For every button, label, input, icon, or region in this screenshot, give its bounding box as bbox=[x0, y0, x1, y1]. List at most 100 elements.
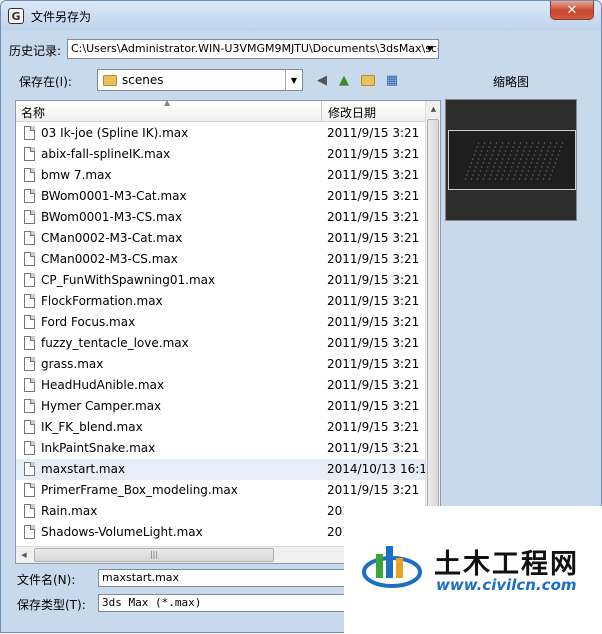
file-name: abix-fall-splineIK.max bbox=[41, 147, 171, 161]
scroll-up-icon[interactable]: ▲ bbox=[426, 101, 441, 117]
file-row[interactable]: Hymer Camper.max 2011/9/15 3:21 bbox=[16, 396, 426, 417]
dialog-title: 文件另存为 bbox=[31, 10, 92, 24]
file-icon bbox=[24, 483, 35, 497]
file-row[interactable]: fuzzy_tentacle_love.max 2011/9/15 3:21 bbox=[16, 333, 426, 354]
thumbnail-preview bbox=[445, 99, 577, 221]
chevron-down-icon[interactable]: ▼ bbox=[285, 70, 302, 90]
file-row[interactable]: maxstart.max 2014/10/13 16:14 bbox=[16, 459, 426, 480]
file-date: 2014/10/13 16:14 bbox=[327, 462, 426, 476]
file-icon bbox=[24, 231, 35, 245]
file-date: 2011/9/15 3:21 bbox=[327, 210, 420, 224]
file-date: 2011/9/15 3:21 bbox=[327, 147, 420, 161]
filetype-select[interactable]: 3ds Max (*.max) bbox=[98, 594, 348, 612]
file-name: CMan0002-M3-CS.max bbox=[41, 252, 178, 266]
file-date: 2011/9/15 3:21 bbox=[327, 357, 420, 371]
vertical-scrollbar[interactable]: ▲ ▼ bbox=[425, 101, 440, 547]
horizontal-scroll-thumb[interactable]: ||| bbox=[34, 548, 274, 562]
file-row[interactable]: CMan0002-M3-CS.max 2011/9/15 3:21 bbox=[16, 249, 426, 270]
file-date: 2011/9/15 3:21 bbox=[327, 231, 420, 245]
file-date: 2011/9/15 3:21 bbox=[327, 336, 420, 350]
file-icon bbox=[24, 294, 35, 308]
civilcn-logo-icon bbox=[362, 546, 422, 588]
file-icon bbox=[24, 126, 35, 140]
file-row[interactable]: IK_FK_blend.max 2011/9/15 3:21 bbox=[16, 417, 426, 438]
up-folder-icon[interactable]: ▲ bbox=[335, 71, 353, 89]
file-date: 2011/9/15 3:21 bbox=[327, 441, 420, 455]
file-name: Hymer Camper.max bbox=[41, 399, 162, 413]
file-row[interactable]: PrimerFrame_Box_modeling.max 2011/9/15 3:… bbox=[16, 480, 426, 501]
file-row[interactable]: Ford Focus.max 2011/9/15 3:21 bbox=[16, 312, 426, 333]
close-button[interactable]: ✕ bbox=[550, 1, 594, 20]
savein-folder: scenes bbox=[122, 73, 164, 87]
file-row[interactable]: grass.max 2011/9/15 3:21 bbox=[16, 354, 426, 375]
list-header: ▲ 名称 修改日期 bbox=[16, 98, 426, 122]
vertical-scroll-thumb[interactable] bbox=[427, 119, 439, 541]
sort-up-icon: ▲ bbox=[164, 98, 171, 107]
file-name: Rain.max bbox=[41, 504, 98, 518]
file-name: maxstart.max bbox=[41, 462, 126, 476]
file-icon bbox=[24, 525, 35, 539]
file-icon bbox=[24, 420, 35, 434]
file-name: PrimerFrame_Box_modeling.max bbox=[41, 483, 238, 497]
file-row[interactable]: 03 Ik-joe (Spline IK).max 2011/9/15 3:21 bbox=[16, 123, 426, 144]
back-icon[interactable]: ◀ bbox=[313, 71, 331, 89]
file-row[interactable]: BWom0001-M3-Cat.max 2011/9/15 3:21 bbox=[16, 186, 426, 207]
file-date: 2011/9/15 3:21 bbox=[327, 420, 420, 434]
filename-label: 文件名(N): bbox=[17, 573, 76, 587]
history-path: C:\Users\Administrator.WIN-U3VMGM9MJTU\D… bbox=[71, 42, 439, 55]
file-row[interactable]: HeadHudAnible.max 2011/9/15 3:21 bbox=[16, 375, 426, 396]
filename-input[interactable]: maxstart.max bbox=[98, 569, 348, 587]
file-name: fuzzy_tentacle_love.max bbox=[41, 336, 189, 350]
file-row[interactable]: bmw 7.max 2011/9/15 3:21 bbox=[16, 165, 426, 186]
file-name: FlockFormation.max bbox=[41, 294, 163, 308]
file-date: 2011/9/15 3:21 bbox=[327, 315, 420, 329]
file-date: 2011/9/15 3:21 bbox=[327, 399, 420, 413]
savein-dropdown[interactable]: scenes ▼ bbox=[97, 69, 303, 91]
file-date: 2011/9/15 3:21 bbox=[327, 378, 420, 392]
scroll-left-icon[interactable]: ◀ bbox=[16, 547, 32, 563]
file-name: InkPaintSnake.max bbox=[41, 441, 156, 455]
watermark-url: www.civilcn.com bbox=[436, 576, 577, 594]
file-name: Shadows-VolumeLight.max bbox=[41, 525, 203, 539]
file-name: grass.max bbox=[41, 357, 104, 371]
file-row[interactable]: InkPaintSnake.max 2011/9/15 3:21 bbox=[16, 438, 426, 459]
savein-label: 保存在(I): bbox=[19, 75, 72, 89]
history-dropdown[interactable]: C:\Users\Administrator.WIN-U3VMGM9MJTU\D… bbox=[67, 39, 439, 59]
column-name[interactable]: 名称 bbox=[21, 104, 45, 121]
file-icon bbox=[24, 399, 35, 413]
file-row[interactable]: CMan0002-M3-Cat.max 2011/9/15 3:21 bbox=[16, 228, 426, 249]
file-icon bbox=[24, 252, 35, 266]
filetype-label: 保存类型(T): bbox=[17, 598, 86, 612]
file-icon bbox=[24, 189, 35, 203]
file-icon bbox=[24, 168, 35, 182]
file-name: CMan0002-M3-Cat.max bbox=[41, 231, 183, 245]
title-bar: G 文件另存为 ✕ bbox=[1, 1, 601, 31]
folder-icon bbox=[103, 75, 117, 86]
file-row[interactable]: FlockFormation.max 2011/9/15 3:21 bbox=[16, 291, 426, 312]
file-icon bbox=[24, 462, 35, 476]
file-icon bbox=[24, 441, 35, 455]
file-icon bbox=[24, 378, 35, 392]
file-icon bbox=[24, 210, 35, 224]
file-icon bbox=[24, 357, 35, 371]
column-date[interactable]: 修改日期 bbox=[321, 101, 382, 122]
file-row[interactable]: abix-fall-splineIK.max 2011/9/15 3:21 bbox=[16, 144, 426, 165]
file-row[interactable]: CP_FunWithSpawning01.max 2011/9/15 3:21 bbox=[16, 270, 426, 291]
file-date: 2011/9/15 3:21 bbox=[327, 294, 420, 308]
watermark: 土木工程网 www.civilcn.com bbox=[344, 506, 602, 634]
file-icon bbox=[24, 336, 35, 350]
file-date: 2011/9/15 3:21 bbox=[327, 168, 420, 182]
file-name: Ford Focus.max bbox=[41, 315, 136, 329]
3dsmax-app-icon: G bbox=[8, 8, 24, 24]
view-menu-icon[interactable]: ▦ bbox=[383, 71, 401, 89]
file-date: 2011/9/15 3:21 bbox=[327, 252, 420, 266]
file-list: ▲ 名称 修改日期 03 Ik-joe (Spline IK).max 2011/… bbox=[15, 98, 441, 564]
file-name: HeadHudAnible.max bbox=[41, 378, 165, 392]
chevron-down-icon[interactable]: ▼ bbox=[422, 40, 438, 58]
new-folder-icon[interactable] bbox=[359, 71, 377, 89]
file-icon bbox=[24, 273, 35, 287]
file-name: bmw 7.max bbox=[41, 168, 112, 182]
save-as-dialog: G 文件另存为 ✕ 历史记录: C:\Users\Administrator.W… bbox=[0, 0, 602, 634]
file-row[interactable]: BWom0001-M3-CS.max 2011/9/15 3:21 bbox=[16, 207, 426, 228]
file-icon bbox=[24, 315, 35, 329]
